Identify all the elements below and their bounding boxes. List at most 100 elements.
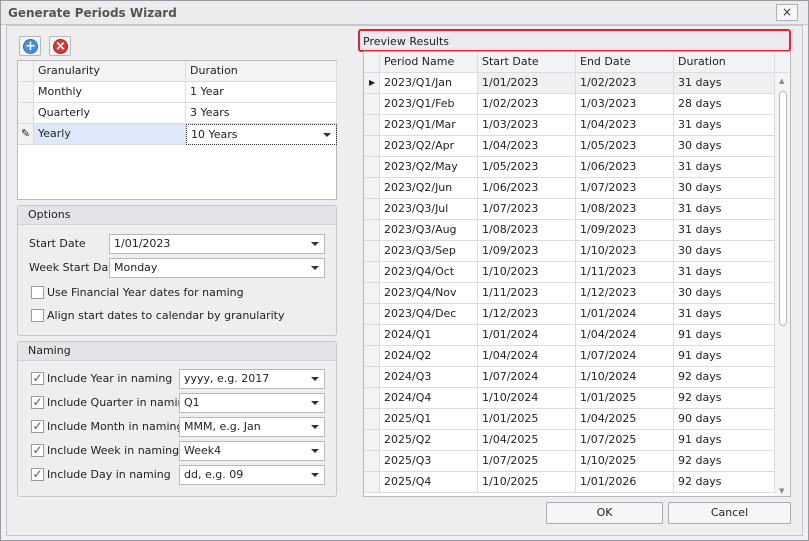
preview-cell[interactable]: 1/01/2025 bbox=[576, 388, 674, 409]
granularity-cell[interactable]: Monthly bbox=[34, 82, 186, 103]
preview-cell[interactable]: 2023/Q2/Apr bbox=[380, 136, 478, 157]
column-header-period-name[interactable]: Period Name bbox=[380, 52, 478, 73]
preview-cell[interactable]: 2024/Q2 bbox=[380, 346, 478, 367]
preview-cell[interactable]: 1/10/2023 bbox=[576, 241, 674, 262]
preview-cell[interactable]: 1/12/2023 bbox=[478, 304, 576, 325]
preview-cell[interactable]: 1/01/2026 bbox=[576, 472, 674, 493]
preview-cell[interactable]: 1/02/2023 bbox=[478, 94, 576, 115]
vertical-scrollbar[interactable]: ▲ ▼ bbox=[775, 73, 790, 496]
start-date-combo[interactable]: 1/01/2023 bbox=[109, 234, 325, 254]
preview-cell[interactable]: 91 days bbox=[674, 325, 775, 346]
preview-cell[interactable]: 2023/Q4/Dec bbox=[380, 304, 478, 325]
preview-cell[interactable]: 2023/Q1/Mar bbox=[380, 115, 478, 136]
preview-cell[interactable]: 2025/Q1 bbox=[380, 409, 478, 430]
preview-cell[interactable]: 30 days bbox=[674, 283, 775, 304]
granularity-cell[interactable]: Yearly bbox=[34, 124, 186, 145]
preview-cell[interactable]: 1/04/2024 bbox=[576, 325, 674, 346]
preview-cell[interactable]: 1/11/2023 bbox=[478, 283, 576, 304]
chevron-down-icon[interactable] bbox=[323, 133, 331, 137]
preview-cell[interactable]: 31 days bbox=[674, 199, 775, 220]
scroll-up-icon[interactable]: ▲ bbox=[779, 77, 784, 85]
preview-cell[interactable]: 1/08/2023 bbox=[576, 199, 674, 220]
preview-cell[interactable]: 1/06/2023 bbox=[478, 178, 576, 199]
preview-cell[interactable]: 31 days bbox=[674, 304, 775, 325]
preview-cell[interactable]: 1/07/2023 bbox=[576, 178, 674, 199]
preview-cell[interactable]: 2024/Q4 bbox=[380, 388, 478, 409]
preview-cell[interactable]: 1/12/2023 bbox=[576, 283, 674, 304]
naming-format-combo[interactable]: Week4 bbox=[179, 441, 325, 461]
column-header-start-date[interactable]: Start Date bbox=[478, 52, 576, 73]
preview-cell[interactable]: 1/05/2023 bbox=[576, 136, 674, 157]
duration-cell[interactable]: 3 Years bbox=[186, 103, 337, 124]
naming-checkbox[interactable]: ✓ bbox=[31, 420, 44, 433]
preview-cell[interactable]: 1/04/2025 bbox=[478, 430, 576, 451]
preview-cell[interactable]: 28 days bbox=[674, 94, 775, 115]
preview-cell[interactable]: 1/04/2024 bbox=[478, 346, 576, 367]
preview-cell[interactable]: 2023/Q1/Jan bbox=[380, 73, 478, 94]
preview-cell[interactable]: 2023/Q1/Feb bbox=[380, 94, 478, 115]
scroll-down-icon[interactable]: ▼ bbox=[779, 487, 784, 495]
preview-cell[interactable]: 1/05/2023 bbox=[478, 157, 576, 178]
preview-cell[interactable]: 1/01/2023 bbox=[478, 73, 576, 94]
preview-cell[interactable]: 2023/Q2/Jun bbox=[380, 178, 478, 199]
preview-cell[interactable]: 92 days bbox=[674, 367, 775, 388]
naming-checkbox[interactable]: ✓ bbox=[31, 372, 44, 385]
preview-cell[interactable]: 1/01/2024 bbox=[478, 325, 576, 346]
naming-format-combo[interactable]: MMM, e.g. Jan bbox=[179, 417, 325, 437]
preview-cell[interactable]: 2023/Q3/Jul bbox=[380, 199, 478, 220]
preview-cell[interactable]: 1/03/2023 bbox=[478, 115, 576, 136]
preview-cell[interactable]: 1/10/2024 bbox=[576, 367, 674, 388]
preview-cell[interactable]: 1/02/2023 bbox=[576, 73, 674, 94]
granularity-cell[interactable]: Quarterly bbox=[34, 103, 186, 124]
preview-cell[interactable]: 1/07/2025 bbox=[478, 451, 576, 472]
preview-cell[interactable]: 2023/Q3/Sep bbox=[380, 241, 478, 262]
preview-cell[interactable]: 2023/Q3/Aug bbox=[380, 220, 478, 241]
preview-cell[interactable]: 1/07/2023 bbox=[478, 199, 576, 220]
preview-cell[interactable]: 31 days bbox=[674, 262, 775, 283]
preview-cell[interactable]: 1/04/2023 bbox=[478, 136, 576, 157]
preview-cell[interactable]: 31 days bbox=[674, 73, 775, 94]
preview-cell[interactable]: 1/07/2025 bbox=[576, 430, 674, 451]
preview-cell[interactable]: 30 days bbox=[674, 241, 775, 262]
add-row-button[interactable]: + bbox=[19, 36, 41, 56]
preview-cell[interactable]: 1/10/2024 bbox=[478, 388, 576, 409]
preview-cell[interactable]: 1/08/2023 bbox=[478, 220, 576, 241]
ok-button[interactable]: OK bbox=[546, 502, 663, 524]
financial-year-checkbox[interactable] bbox=[31, 286, 44, 299]
preview-cell[interactable]: 1/01/2025 bbox=[478, 409, 576, 430]
close-button[interactable]: × bbox=[776, 4, 798, 21]
preview-cell[interactable]: 1/10/2025 bbox=[576, 451, 674, 472]
duration-cell[interactable]: 10 Years bbox=[186, 124, 337, 145]
week-start-combo[interactable]: Monday bbox=[109, 258, 325, 278]
preview-cell[interactable]: 1/09/2023 bbox=[478, 241, 576, 262]
preview-cell[interactable]: 2023/Q4/Nov bbox=[380, 283, 478, 304]
preview-cell[interactable]: 30 days bbox=[674, 178, 775, 199]
preview-cell[interactable]: 2025/Q2 bbox=[380, 430, 478, 451]
naming-format-combo[interactable]: yyyy, e.g. 2017 bbox=[179, 369, 325, 389]
column-header-duration[interactable]: Duration bbox=[186, 61, 337, 82]
preview-cell[interactable]: 2024/Q3 bbox=[380, 367, 478, 388]
cancel-button[interactable]: Cancel bbox=[668, 502, 791, 524]
preview-cell[interactable]: 1/07/2024 bbox=[478, 367, 576, 388]
preview-cell[interactable]: 1/03/2023 bbox=[576, 94, 674, 115]
preview-cell[interactable]: 2024/Q1 bbox=[380, 325, 478, 346]
preview-cell[interactable]: 1/10/2025 bbox=[478, 472, 576, 493]
column-header-end-date[interactable]: End Date bbox=[576, 52, 674, 73]
preview-cell[interactable]: 2023/Q4/Oct bbox=[380, 262, 478, 283]
preview-cell[interactable]: 31 days bbox=[674, 220, 775, 241]
preview-cell[interactable]: 1/10/2023 bbox=[478, 262, 576, 283]
preview-cell[interactable]: 91 days bbox=[674, 346, 775, 367]
scrollbar-thumb[interactable] bbox=[779, 91, 787, 326]
preview-cell[interactable]: 1/07/2024 bbox=[576, 346, 674, 367]
preview-cell[interactable]: 2025/Q4 bbox=[380, 472, 478, 493]
preview-cell[interactable]: 1/01/2024 bbox=[576, 304, 674, 325]
preview-cell[interactable]: 92 days bbox=[674, 388, 775, 409]
preview-cell[interactable]: 1/04/2023 bbox=[576, 115, 674, 136]
naming-checkbox[interactable]: ✓ bbox=[31, 468, 44, 481]
naming-format-combo[interactable]: dd, e.g. 09 bbox=[179, 465, 325, 485]
preview-cell[interactable]: 31 days bbox=[674, 115, 775, 136]
remove-row-button[interactable]: × bbox=[49, 36, 71, 56]
preview-cell[interactable]: 30 days bbox=[674, 136, 775, 157]
preview-cell[interactable]: 2025/Q3 bbox=[380, 451, 478, 472]
preview-cell[interactable]: 91 days bbox=[674, 430, 775, 451]
